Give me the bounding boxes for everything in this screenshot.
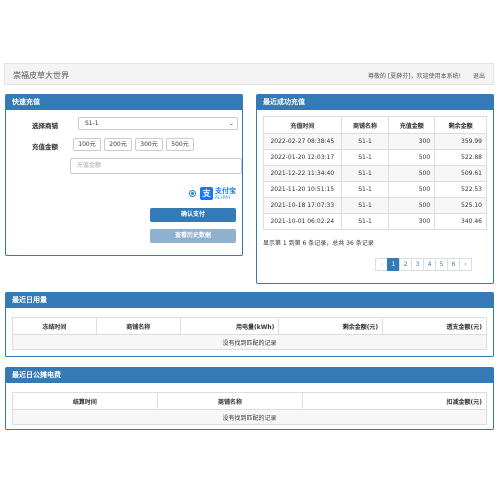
cell-time: 2021-12-22 11:34:40 [263,165,342,182]
table-row: 2021-12-22 11:34:40 S1-1 500 509.61 [263,165,487,182]
shop-label: 选择商铺 [32,122,58,130]
alipay-logo: 支 支付宝 ALIPAY [200,187,242,201]
amount-option-100[interactable]: 100元 [73,138,101,151]
confirm-pay-button[interactable]: 确认支付 [150,208,236,222]
welcome-text: 尊敬的 [夏薛芬]，欢迎使用本系统! [368,73,461,80]
cell-time: 2021-10-18 17:07:33 [263,197,342,214]
alipay-sub: ALIPAY [215,195,232,200]
amount-option-300[interactable]: 300元 [135,138,163,151]
col-shop-name[interactable]: 商铺名称 [340,116,390,134]
cell-time: 2022-01-20 12:03:17 [263,149,342,166]
table-row: 2021-10-01 06:02:24 S1-1 300 340.46 [263,213,487,230]
shop-select[interactable]: S1-1 ⌄ [78,117,238,130]
cell-remaining: 525.10 [434,197,487,214]
col-freeze-time[interactable]: 冻结时间 [12,317,97,335]
daily-usage-title: 最近日用量 [6,293,493,308]
shared-fee-title: 最近日公摊电费 [6,368,493,383]
amount-option-200[interactable]: 200元 [104,138,132,151]
table-row: 2021-10-18 17:07:33 S1-1 500 525.10 [263,197,487,214]
alipay-radio[interactable] [189,190,196,197]
daily-usage-panel: 最近日用量 冻结时间 商铺名称 用电量(kWh) 剩余金额(元) 透支金额(元)… [5,292,494,357]
cell-time: 2021-11-20 10:51:15 [263,181,342,198]
cell-amount: 300 [388,213,436,230]
col-overdraft-amount[interactable]: 透支金额(元) [382,317,487,335]
col-settle-time[interactable]: 结算时间 [12,392,158,410]
cell-amount: 300 [388,133,436,150]
cell-shop: S1-1 [340,181,390,198]
pager-next[interactable]: › [459,258,472,271]
shop-select-value: S1-1 [85,120,99,127]
pagination: ‹ 1 2 3 4 5 6 › [375,258,472,271]
amount-option-500[interactable]: 500元 [166,138,194,151]
cell-amount: 500 [388,149,436,166]
table-row: 没有找到匹配的记录 [12,334,487,350]
quick-recharge-panel: 快速充值 选择商铺 S1-1 ⌄ 充值金额 100元 200元 300元 500… [5,94,243,256]
cell-shop: S1-1 [340,165,390,182]
col-remaining-amount[interactable]: 剩余金额(元) [278,317,384,335]
cell-remaining: 359.99 [434,133,487,150]
cell-shop: S1-1 [340,197,390,214]
cell-remaining: 522.88 [434,149,487,166]
table-row: 2021-11-20 10:51:15 S1-1 500 522.53 [263,181,487,198]
col-shop-name[interactable]: 商铺名称 [95,317,181,335]
col-power-usage[interactable]: 用电量(kWh) [179,317,280,335]
brand-title: 崇福皮草大世界 [13,71,69,80]
col-remaining-amount[interactable]: 剩余金额 [434,116,487,134]
cell-remaining: 509.61 [434,165,487,182]
top-bar: 崇福皮草大世界 尊敬的 [夏薛芬]，欢迎使用本系统! 退出 [4,63,494,85]
cell-remaining: 340.46 [434,213,487,230]
records-info: 显示第 1 到第 6 条记录，总共 36 条记录 [263,240,374,247]
alipay-icon: 支 [200,187,213,200]
amount-input[interactable]: 充值金额 [70,158,242,174]
recent-recharge-panel: 最近成功充值 充值时间 商铺名称 充值金额 剩余金额 2022-02-27 08… [256,94,494,284]
col-recharge-amount[interactable]: 充值金额 [388,116,436,134]
col-shop-name[interactable]: 商铺名称 [156,392,304,410]
col-recharge-time[interactable]: 充值时间 [263,116,342,134]
recent-recharge-table: 充值时间 商铺名称 充值金额 剩余金额 2022-02-27 08:38:45 … [263,116,487,230]
table-row: 没有找到匹配的记录 [12,409,487,425]
logout-link[interactable]: 退出 [473,71,485,80]
cell-time: 2021-10-01 06:02:24 [263,213,342,230]
recent-recharge-title: 最近成功充值 [257,95,493,110]
shared-fee-panel: 最近日公摊电费 结算时间 商铺名称 扣减金额(元) 没有找到匹配的记录 [5,367,494,430]
chevron-down-icon: ⌄ [228,120,234,127]
cell-amount: 500 [388,165,436,182]
table-row: 2022-02-27 08:38:45 S1-1 300 359.99 [263,133,487,150]
cell-shop: S1-1 [340,213,390,230]
shared-fee-table: 结算时间 商铺名称 扣减金额(元) 没有找到匹配的记录 [12,392,487,425]
empty-message: 没有找到匹配的记录 [12,409,487,425]
view-history-button[interactable]: 查看历史数据 [150,229,236,243]
quick-recharge-title: 快速充值 [6,95,242,110]
table-row: 2022-01-20 12:03:17 S1-1 500 522.88 [263,149,487,166]
cell-amount: 500 [388,181,436,198]
cell-remaining: 522.53 [434,181,487,198]
cell-amount: 500 [388,197,436,214]
daily-usage-table: 冻结时间 商铺名称 用电量(kWh) 剩余金额(元) 透支金额(元) 没有找到匹… [12,317,487,350]
empty-message: 没有找到匹配的记录 [12,334,487,350]
col-deduct-amount[interactable]: 扣减金额(元) [302,392,487,410]
cell-time: 2022-02-27 08:38:45 [263,133,342,150]
amount-label: 充值金额 [32,143,58,151]
cell-shop: S1-1 [340,149,390,166]
cell-shop: S1-1 [340,133,390,150]
